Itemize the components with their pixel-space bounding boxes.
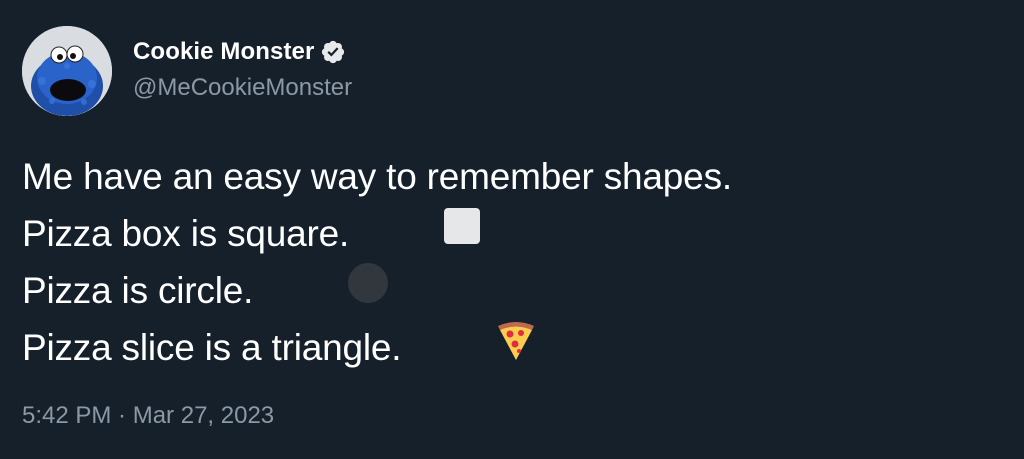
meta-separator: · (111, 402, 133, 429)
cookie-monster-avatar-icon (22, 26, 112, 116)
tweet-date[interactable]: Mar 27, 2023 (133, 402, 274, 429)
tweet-card[interactable]: Cookie Monster @MeCookieMonster Me have … (0, 0, 1024, 459)
tweet-line-text: Pizza is circle. (22, 270, 254, 311)
avatar[interactable] (22, 26, 112, 116)
author-display-name[interactable]: Cookie Monster (133, 38, 314, 66)
tweet-timestamp[interactable]: 5:42 PM · Mar 27, 2023 (22, 402, 274, 430)
tweet-line-text: Pizza slice is a triangle. (22, 327, 402, 368)
tweet-time[interactable]: 5:42 PM (22, 402, 111, 429)
pizza-emoji-icon (413, 261, 538, 435)
verified-badge-icon[interactable] (320, 39, 346, 65)
author-name-row: Cookie Monster (133, 37, 346, 67)
tweet-line: Pizza is circle. (22, 262, 732, 319)
tweet-line: Pizza slice is a triangle. (22, 319, 732, 376)
tweet-text: Me have an easy way to remember shapes. … (22, 148, 732, 376)
author-handle[interactable]: @MeCookieMonster (133, 74, 352, 102)
